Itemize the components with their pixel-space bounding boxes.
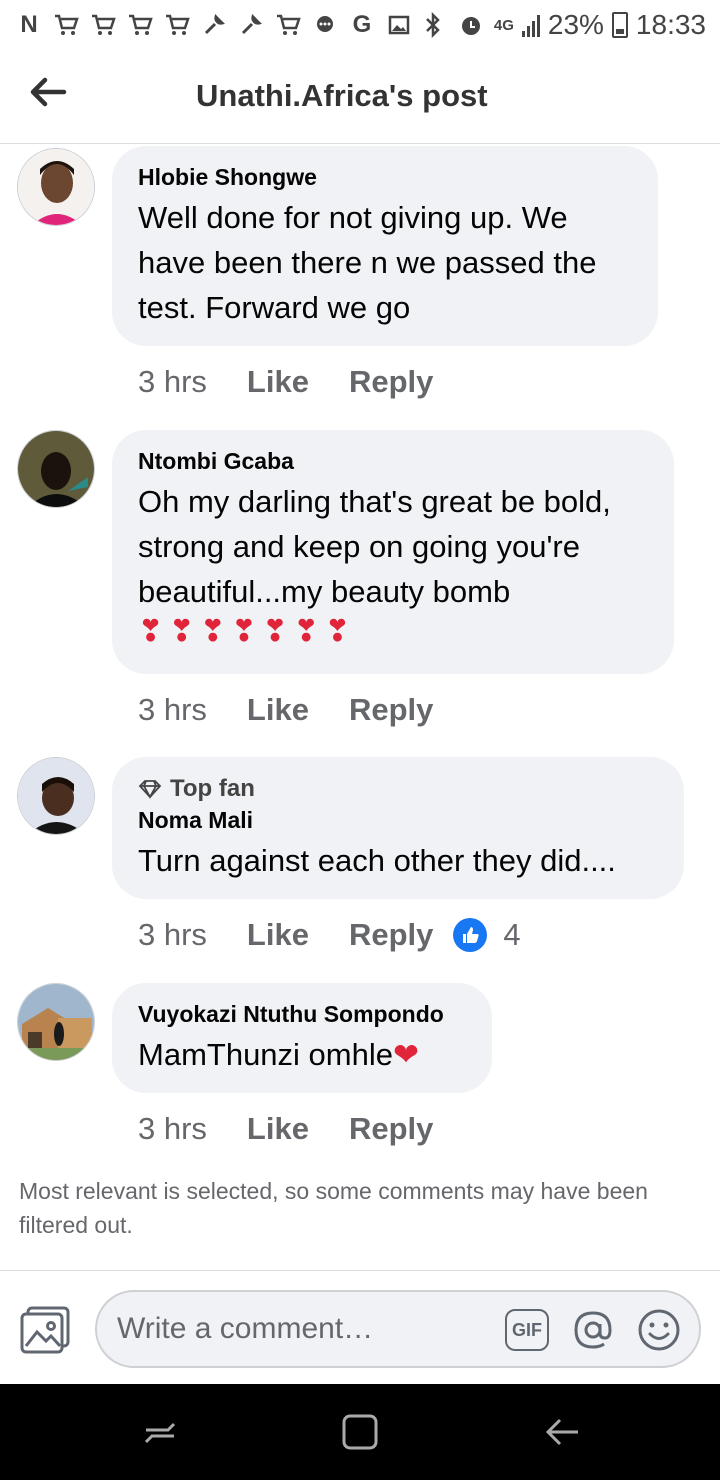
- recent-apps-icon: [144, 1422, 176, 1444]
- message-icon: [310, 10, 340, 40]
- avatar[interactable]: [17, 757, 95, 835]
- comment-author[interactable]: Hlobie Shongwe: [138, 164, 632, 191]
- wrench-icon: [236, 10, 266, 40]
- comment-time[interactable]: 3 hrs: [138, 917, 207, 953]
- home-icon: [342, 1414, 378, 1450]
- emoji-button[interactable]: [637, 1308, 681, 1352]
- reply-button[interactable]: Reply: [349, 364, 433, 400]
- status-bar: N G 4G 23% 18:33: [0, 0, 720, 50]
- recent-apps-button[interactable]: [140, 1412, 180, 1452]
- avatar[interactable]: [17, 983, 95, 1061]
- reply-button[interactable]: Reply: [349, 1111, 433, 1147]
- system-indicators: 4G 23% 18:33: [418, 9, 706, 41]
- thumbs-up-icon: [453, 918, 488, 952]
- comment-bubble: Vuyokazi Ntuthu Sompondo MamThunzi omhle…: [112, 983, 492, 1093]
- nav-back-icon: [545, 1418, 578, 1446]
- cart-icon: [51, 10, 81, 40]
- comment-input[interactable]: [117, 1312, 497, 1346]
- reply-button[interactable]: Reply: [349, 692, 433, 728]
- like-button[interactable]: Like: [247, 1111, 309, 1147]
- wrench-icon: [199, 10, 229, 40]
- smiley-icon: [638, 1309, 680, 1351]
- home-button[interactable]: [340, 1412, 380, 1452]
- cart-icon: [88, 10, 118, 40]
- bluetooth-icon: [418, 10, 448, 40]
- gif-button[interactable]: GIF: [505, 1309, 549, 1351]
- comment-bubble: Ntombi Gcaba Oh my darling that's great …: [112, 430, 674, 674]
- app-header: Unathi.Africa's post: [0, 50, 720, 144]
- cart-icon: [125, 10, 155, 40]
- comment-time[interactable]: 3 hrs: [138, 1111, 207, 1147]
- filter-notice: Most relevant is selected, so some comme…: [19, 1178, 648, 1238]
- comment-bubble: Top fan Noma Mali Turn against each othe…: [112, 757, 684, 899]
- n-icon: N: [20, 11, 38, 38]
- comment-text-body: MamThunzi omhle: [138, 1037, 393, 1072]
- cart-icon: [273, 10, 303, 40]
- comment-actions: 3 hrs Like Reply: [138, 692, 433, 728]
- reply-button[interactable]: Reply: [349, 917, 433, 953]
- avatar[interactable]: [17, 430, 95, 508]
- back-button[interactable]: [22, 70, 74, 114]
- comment-text: Oh my darling that's great be bold, stro…: [138, 484, 611, 609]
- comment-bubble: Hlobie Shongwe Well done for not giving …: [112, 146, 658, 346]
- page-title: Unathi.Africa's post: [196, 78, 488, 113]
- comment-actions: 3 hrs Like Reply 4: [138, 917, 521, 953]
- comment-time[interactable]: 3 hrs: [138, 692, 207, 728]
- reaction-count: 4: [503, 917, 521, 952]
- photo-button[interactable]: [20, 1304, 72, 1354]
- comment-author[interactable]: Vuyokazi Ntuthu Sompondo: [138, 1001, 466, 1028]
- like-button[interactable]: Like: [247, 917, 309, 953]
- at-icon: [574, 1311, 612, 1349]
- clock: 18:33: [635, 9, 706, 40]
- photo-icon: [20, 1306, 70, 1354]
- network-type: 4G: [493, 16, 514, 34]
- diamond-icon: [138, 780, 162, 799]
- mention-button[interactable]: [571, 1308, 615, 1352]
- like-button[interactable]: Like: [247, 692, 309, 728]
- avatar[interactable]: [17, 148, 95, 226]
- comment-text: Well done for not giving up. We have bee…: [138, 200, 597, 325]
- top-fan-badge: Top fan: [138, 775, 658, 803]
- image-icon: [384, 10, 414, 40]
- reaction-summary[interactable]: 4: [453, 917, 521, 953]
- composer-icons: GIF: [505, 1308, 681, 1352]
- comment-time[interactable]: 3 hrs: [138, 364, 207, 400]
- system-nav-bar: [0, 1384, 720, 1480]
- heart-emoji: ❤: [392, 1037, 419, 1072]
- battery-percent: 23%: [547, 9, 604, 40]
- comment-author[interactable]: Noma Mali: [138, 807, 658, 834]
- notification-icons: N G: [14, 10, 414, 40]
- top-fan-label: Top fan: [170, 775, 255, 802]
- back-arrow-icon: [30, 77, 67, 107]
- comment-actions: 3 hrs Like Reply: [138, 364, 433, 400]
- nav-back-button[interactable]: [542, 1412, 582, 1452]
- signal-icon: [521, 13, 540, 37]
- cart-icon: [162, 10, 192, 40]
- heart-emojis: ❣❣❣❣❣❣❣: [138, 615, 356, 648]
- alarm-icon: [456, 10, 486, 40]
- google-g-icon: G: [352, 11, 372, 38]
- comment-author[interactable]: Ntombi Gcaba: [138, 448, 648, 475]
- like-button[interactable]: Like: [247, 364, 309, 400]
- battery-icon: [611, 12, 628, 38]
- comment-text: Turn against each other they did....: [138, 843, 616, 878]
- comment-text: MamThunzi omhle❤: [138, 1032, 466, 1077]
- comment-composer: GIF: [95, 1290, 701, 1368]
- comment-actions: 3 hrs Like Reply: [138, 1111, 433, 1147]
- divider: [0, 1270, 720, 1271]
